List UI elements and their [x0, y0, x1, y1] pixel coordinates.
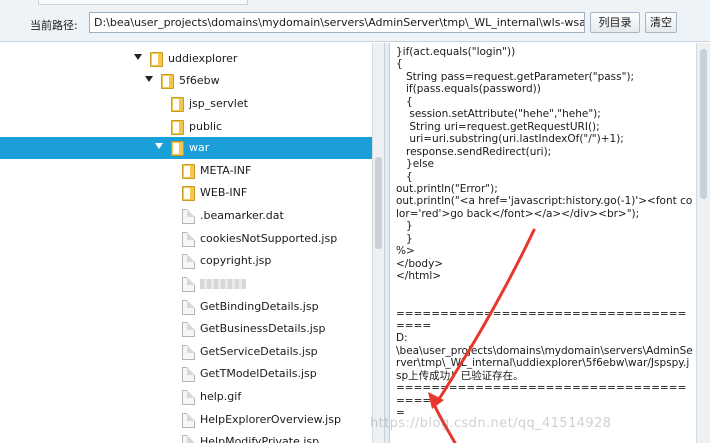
folder-icon — [171, 120, 184, 135]
expand-toggle-icon[interactable] — [134, 54, 142, 60]
tree-item-cookies[interactable]: cookiesNotSupported.jsp — [0, 228, 372, 250]
clear-button[interactable]: 清空 — [645, 12, 677, 33]
folder-icon — [161, 74, 174, 89]
tree-item-label: cookiesNotSupported.jsp — [200, 232, 338, 245]
tree-item-5f6ebw[interactable]: 5f6ebw — [0, 70, 372, 92]
tree-item-label: public — [189, 120, 223, 133]
tree-scrollbar-thumb[interactable] — [375, 157, 382, 249]
file-icon — [182, 209, 195, 224]
file-content-area[interactable]: }if(act.equals("login")) { String pass=r… — [390, 43, 696, 443]
tree-item-jsp-servlet[interactable]: jsp_servlet — [0, 93, 372, 115]
tree-item-label: .beamarker.dat — [200, 209, 284, 222]
tree-item-label: META-INF — [200, 164, 252, 177]
tree-item-label: GetBindingDetails.jsp — [200, 300, 319, 313]
list-directory-button[interactable]: 列目录 — [590, 12, 640, 33]
tree-item-label: HelpExplorerOverview.jsp — [200, 413, 341, 426]
tree-item-label: WEB-INF — [200, 186, 248, 199]
file-icon — [182, 232, 195, 247]
tree-item-copyright[interactable]: copyright.jsp — [0, 250, 372, 272]
tree-item-getservicedetails[interactable]: GetServiceDetails.jsp — [0, 341, 372, 363]
tree-item-getbindingdetails[interactable]: GetBindingDetails.jsp — [0, 296, 372, 318]
file-content-text: }if(act.equals("login")) { String pass=r… — [396, 46, 693, 420]
file-icon — [182, 390, 195, 405]
file-icon — [182, 254, 195, 269]
tree-item-meta-inf[interactable]: META-INF — [0, 160, 372, 182]
tree-item-uddiexplorer[interactable]: uddiexplorer — [0, 48, 372, 70]
content-scrollbar[interactable] — [696, 43, 710, 443]
folder-icon — [182, 186, 195, 201]
folder-icon — [171, 141, 184, 156]
file-icon — [182, 367, 195, 382]
tree-item-label: GetTModelDetails.jsp — [200, 367, 317, 380]
tree-item-getbusinessdetails[interactable]: GetBusinessDetails.jsp — [0, 318, 372, 340]
tree-item-helpmodifyprivate[interactable]: HelpModifyPrivate.jsp — [0, 431, 372, 443]
tree-item-label: GetServiceDetails.jsp — [200, 345, 318, 358]
tree-item-label: HelpModifyPrivate.jsp — [200, 435, 320, 443]
folder-icon — [171, 97, 184, 112]
tree-item-label: jsp_servlet — [189, 97, 248, 110]
tree-item-helpexploreroverview[interactable]: HelpExplorerOverview.jsp — [0, 409, 372, 431]
expand-toggle-icon[interactable] — [145, 76, 153, 82]
file-icon — [182, 322, 195, 337]
file-icon — [182, 413, 195, 428]
toolbar: 当前路径: D:\bea\user_projects\domains\mydom… — [0, 0, 710, 42]
tree-item-beamarker[interactable]: .beamarker.dat — [0, 205, 372, 227]
file-icon — [182, 345, 195, 360]
path-label: 当前路径: — [30, 19, 78, 32]
tree-item-public[interactable]: public — [0, 116, 372, 138]
path-input[interactable]: D:\bea\user_projects\domains\mydomain\se… — [89, 12, 585, 33]
tree-item-redacted[interactable] — [0, 273, 372, 295]
tree-item-label: uddiexplorer — [168, 52, 238, 65]
content-scrollbar-thumb[interactable] — [700, 49, 707, 199]
file-icon — [182, 435, 195, 443]
tree-item-label: 5f6ebw — [179, 74, 220, 87]
redacted-label — [200, 279, 246, 289]
tree-item-label: war — [189, 141, 210, 154]
tree-item-label: GetBusinessDetails.jsp — [200, 322, 326, 335]
tree-item-web-inf[interactable]: WEB-INF — [0, 182, 372, 204]
file-tree: uddiexplorer 5f6ebw jsp_servlet public w… — [0, 43, 372, 443]
tree-item-label: help.gif — [200, 390, 242, 403]
tree-item-help-gif[interactable]: help.gif — [0, 386, 372, 408]
tab-strip — [38, 0, 248, 5]
expand-toggle-icon[interactable] — [155, 143, 163, 149]
tree-item-gettmodeldetails[interactable]: GetTModelDetails.jsp — [0, 363, 372, 385]
folder-icon — [182, 164, 195, 179]
tree-item-war[interactable]: war — [0, 137, 372, 159]
tree-scrollbar[interactable] — [372, 43, 384, 443]
watermark: https://blog.csdn.net/qq_41514928 — [370, 416, 612, 431]
tree-item-label: copyright.jsp — [200, 254, 272, 267]
folder-icon — [150, 52, 163, 67]
file-icon — [182, 277, 195, 292]
file-icon — [182, 300, 195, 315]
